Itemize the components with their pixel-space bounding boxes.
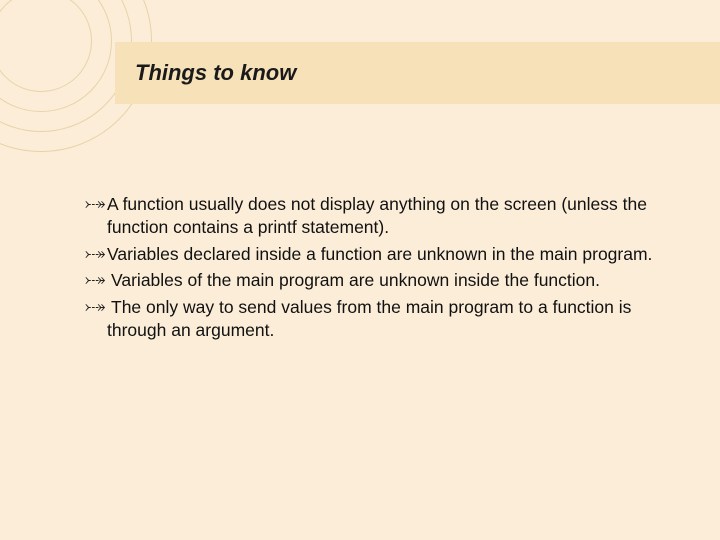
bullet-text: Variables of the main program are unknow… <box>107 270 600 290</box>
list-item: Variables declared inside a function are… <box>85 243 680 266</box>
bullet-text: A function usually does not display anyt… <box>107 194 647 237</box>
bullet-text: Variables declared inside a function are… <box>107 244 652 264</box>
slide-body: A function usually does not display anyt… <box>85 193 680 346</box>
slide-title: Things to know <box>135 60 296 86</box>
list-item: A function usually does not display anyt… <box>85 193 680 239</box>
bullet-text: The only way to send values from the mai… <box>107 297 631 340</box>
bullet-list: A function usually does not display anyt… <box>85 193 680 342</box>
list-item: The only way to send values from the mai… <box>85 296 680 342</box>
list-item: Variables of the main program are unknow… <box>85 269 680 292</box>
title-bar: Things to know <box>115 42 720 104</box>
